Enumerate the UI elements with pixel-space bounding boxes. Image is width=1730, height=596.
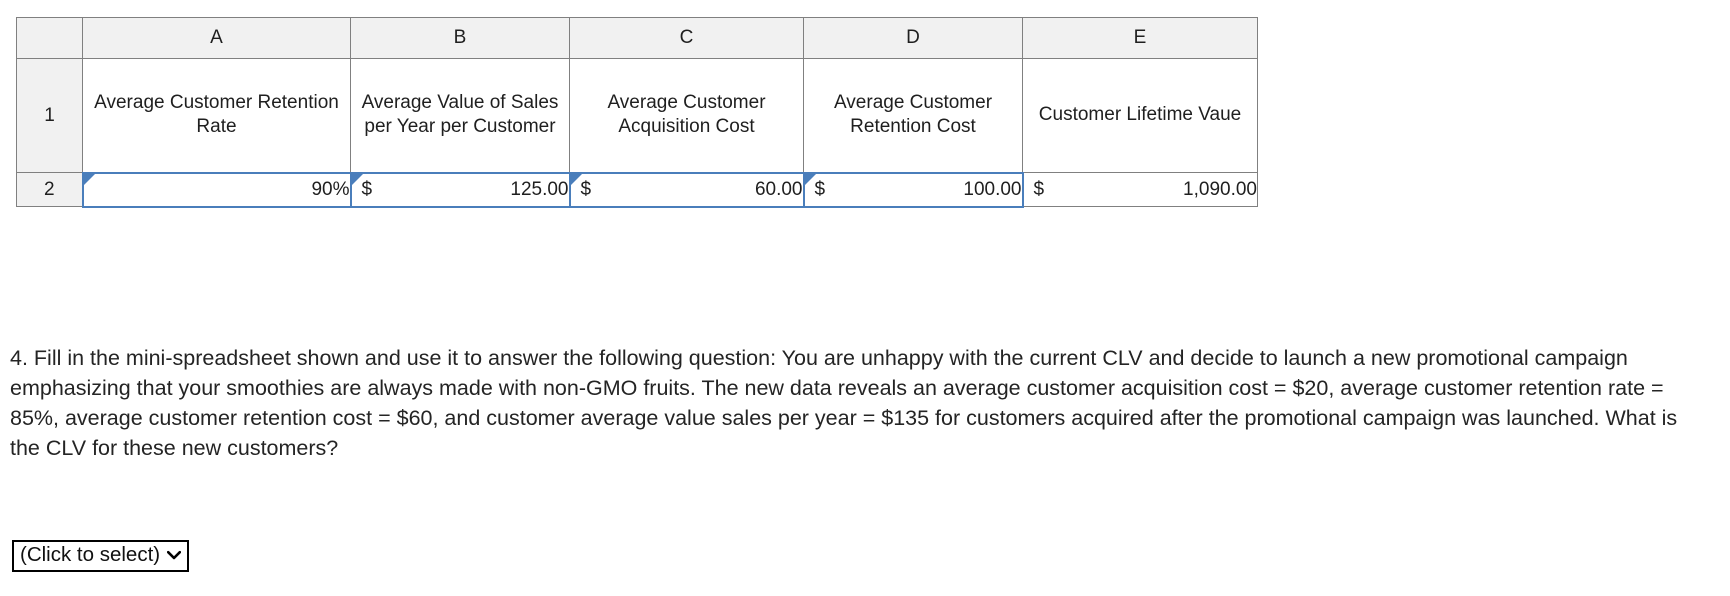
cell-d1[interactable]: Average Customer Retention Cost <box>803 58 1023 173</box>
cell-d2-value: 100.00 <box>963 178 1022 200</box>
column-header-a[interactable]: A <box>82 17 351 59</box>
column-header-row: A B C D E <box>16 17 1258 59</box>
column-header-d[interactable]: D <box>803 17 1023 59</box>
row-header-1[interactable]: 1 <box>16 58 83 173</box>
mini-spreadsheet: A B C D E 1 Average Customer Retention R… <box>16 17 1258 208</box>
cell-a1[interactable]: Average Customer Retention Rate <box>82 58 351 173</box>
cell-d2-currency: $ <box>814 178 826 200</box>
cell-e2[interactable]: $ 1,090.00 <box>1022 172 1258 207</box>
answer-select-dropdown[interactable]: (Click to select) <box>12 540 190 572</box>
column-header-b[interactable]: B <box>350 17 570 59</box>
select-all-corner[interactable] <box>16 17 83 59</box>
cell-b2-currency: $ <box>361 178 373 200</box>
cell-b2[interactable]: $ 125.00 <box>349 171 571 208</box>
chevron-down-icon <box>167 550 182 560</box>
cell-c2-value: 60.00 <box>754 178 803 200</box>
spreadsheet-row-2: 2 90% $ 125.00 $ 60.00 $ 100.00 $ 1,090.… <box>16 171 1258 208</box>
cell-a2[interactable]: 90% <box>81 171 352 208</box>
cell-c1[interactable]: Average Customer Acquisition Cost <box>569 58 804 173</box>
question-text: 4. Fill in the mini-spreadsheet shown an… <box>10 346 1678 460</box>
column-header-c[interactable]: C <box>569 17 804 59</box>
cell-e2-value: 1,090.00 <box>1183 178 1257 200</box>
cell-b1[interactable]: Average Value of Sales per Year per Cust… <box>350 58 570 173</box>
cell-e1[interactable]: Customer Lifetime Vaue <box>1022 58 1258 173</box>
column-header-e[interactable]: E <box>1022 17 1258 59</box>
cell-a2-value: 90% <box>311 178 350 200</box>
spreadsheet-row-1: 1 Average Customer Retention Rate Averag… <box>16 58 1258 173</box>
cell-e2-currency: $ <box>1033 178 1045 200</box>
answer-select-label: (Click to select) <box>20 543 161 566</box>
cell-b2-value: 125.00 <box>510 178 569 200</box>
cell-d2[interactable]: $ 100.00 <box>802 171 1024 208</box>
cell-c2-currency: $ <box>580 178 592 200</box>
spreadsheet-table: A B C D E 1 Average Customer Retention R… <box>16 17 1258 208</box>
cell-c2[interactable]: $ 60.00 <box>568 171 805 208</box>
row-header-2[interactable]: 2 <box>16 172 83 207</box>
